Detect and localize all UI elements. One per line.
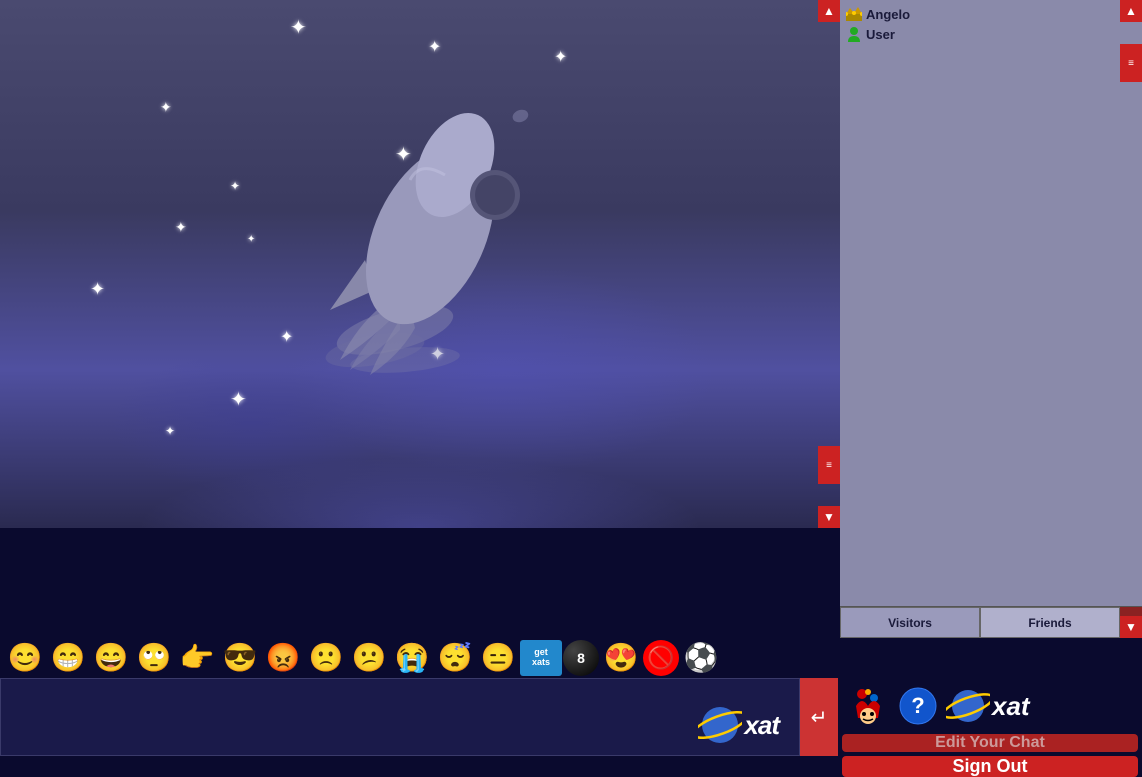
users-panel: ▲ ≡ ▼ Angelo User Visitors Friends ▼ — [840, 0, 1142, 638]
emoji-confused[interactable]: 😕 — [348, 640, 390, 676]
user-owner-icon — [846, 6, 862, 22]
edit-chat-button[interactable]: Edit Your Chat — [842, 734, 1138, 752]
bottom-bar: xat ↵ — [0, 678, 1142, 758]
star-5: ✦ — [230, 180, 240, 192]
star-1: ✦ — [428, 40, 441, 56]
emoji-sad[interactable]: 🙁 — [305, 640, 347, 676]
right-bottom-panel: ? xat Edit Your Chat Sign Out — [838, 678, 1142, 758]
main-area: ✦✦✦✦✦✦✦✦✦✦✦✦✦ — [0, 0, 1142, 638]
send-button[interactable]: ↵ — [800, 678, 838, 756]
glow-effect — [0, 408, 840, 528]
canvas-scroll-up-button[interactable]: ▲ — [818, 0, 840, 22]
users-scroll-down-button[interactable]: ▼ — [1120, 616, 1142, 638]
xat-logo-input: xat — [698, 703, 779, 747]
star-11: ✦ — [230, 390, 247, 410]
emoji-big-grin[interactable]: 😁 — [47, 640, 89, 676]
emoji-sunglasses[interactable]: 😎 — [219, 640, 261, 676]
get-xats-button[interactable]: getxats — [520, 640, 562, 676]
emoji-cry[interactable]: 😭 — [391, 640, 433, 676]
canvas-scroll-down-button[interactable]: ▼ — [818, 506, 840, 528]
tab-visitors[interactable]: Visitors — [840, 607, 980, 638]
emoji-angry[interactable]: 😡 — [262, 640, 304, 676]
users-menu-button[interactable]: ≡ — [1120, 44, 1142, 82]
users-scroll-up-button[interactable]: ▲ — [1120, 0, 1142, 22]
star-0: ✦ — [290, 18, 307, 38]
star-9: ✦ — [280, 330, 293, 346]
emoji-point[interactable]: 👉 — [176, 640, 218, 676]
emoji-love-stars[interactable]: 😍 — [600, 640, 642, 676]
tabs-row: Visitors Friends ▼ — [840, 606, 1142, 638]
tab-friends[interactable]: Friends — [980, 607, 1120, 638]
emoji-sleepy[interactable]: 😴 — [434, 640, 476, 676]
svg-text:?: ? — [911, 693, 924, 718]
emoji-bar: 😊 😁 😄 🙄 👉 😎 😡 🙁 😕 😭 😴 😑 getxats 8 😍 🚫 ⚽ — [0, 638, 1142, 678]
user-name-angelo: Angelo — [866, 7, 910, 22]
user-item-angelo[interactable]: Angelo — [846, 4, 1136, 24]
xat-logo-text-right: xat — [992, 691, 1030, 722]
chat-canvas: ✦✦✦✦✦✦✦✦✦✦✦✦✦ — [0, 0, 840, 528]
star-3: ✦ — [160, 100, 172, 114]
no-sign-icon[interactable]: 🚫 — [643, 640, 679, 676]
user-member-icon — [846, 26, 862, 42]
right-bottom-top: ? xat — [842, 682, 1138, 730]
emoji-cool[interactable]: 🙄 — [133, 640, 175, 676]
xat-logo-text-input: xat — [744, 710, 779, 741]
canvas-menu-button[interactable]: ≡ — [818, 446, 840, 484]
emoji-laugh[interactable]: 😄 — [90, 640, 132, 676]
star-8: ✦ — [90, 280, 105, 298]
emoji-smile[interactable]: 😊 — [4, 640, 46, 676]
sign-out-button[interactable]: Sign Out — [842, 756, 1138, 777]
eight-ball-icon[interactable]: 8 — [563, 640, 599, 676]
rocket-image — [300, 60, 600, 360]
users-list: Angelo User — [840, 0, 1142, 606]
star-6: ✦ — [175, 220, 187, 234]
user-name-user: User — [866, 27, 895, 42]
emoji-ball[interactable]: ⚽ — [680, 640, 722, 676]
chat-input-area: xat — [0, 678, 800, 756]
user-item-user[interactable]: User — [846, 24, 1136, 44]
xat-logo-right: xat — [946, 684, 1030, 728]
emoji-neutral[interactable]: 😑 — [477, 640, 519, 676]
star-7: ✦ — [247, 235, 255, 245]
help-icon-button[interactable]: ? — [896, 684, 940, 728]
jester-icon-button[interactable] — [846, 684, 890, 728]
chat-input[interactable] — [1, 679, 799, 755]
